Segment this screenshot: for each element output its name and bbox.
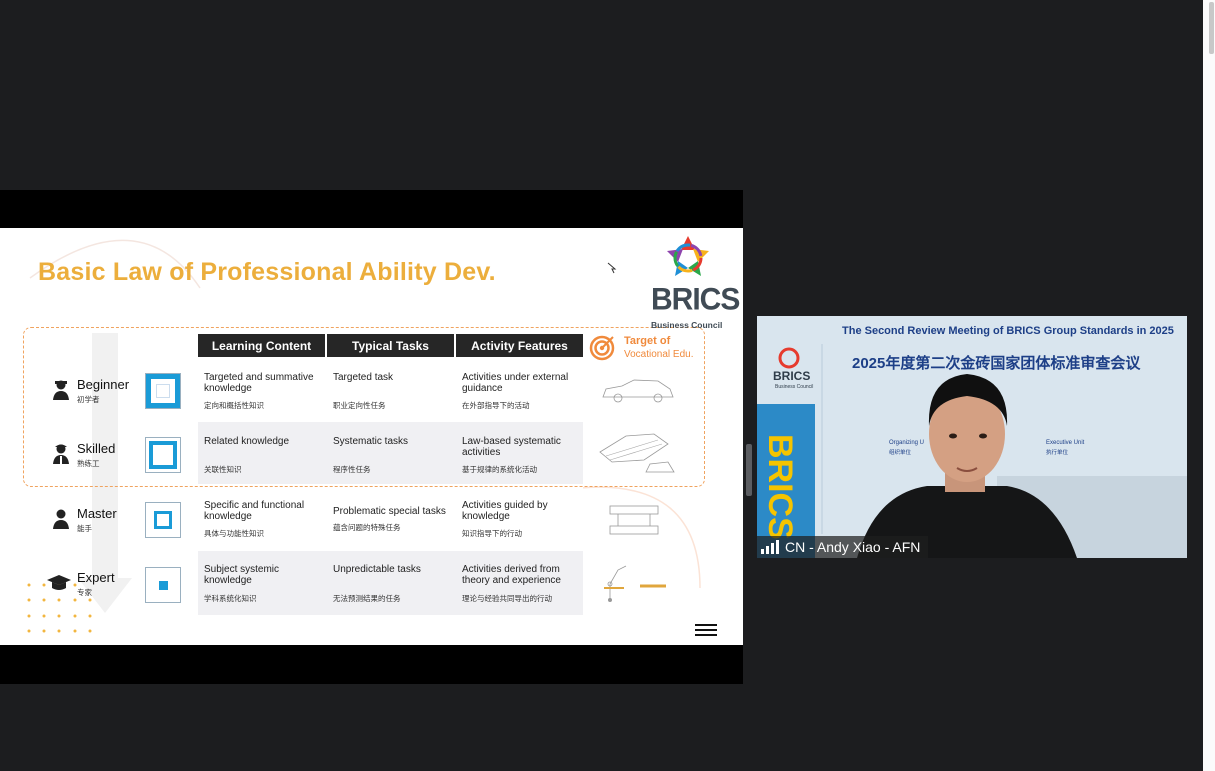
executive-unit-label-cn: 执行单位: [1046, 450, 1069, 456]
column-header-learning-content: Learning Content: [198, 334, 325, 357]
activity-feature-cn: 知识指导下的行动: [462, 529, 522, 538]
typical-task-text: Problematic special tasks: [333, 506, 446, 517]
pane-resize-handle[interactable]: [746, 444, 752, 496]
learning-content-text: Related knowledge: [204, 436, 290, 447]
learning-content-cn: 具体与功能性知识: [204, 529, 264, 538]
letterbox-bottom: [0, 645, 743, 684]
press-machine-icon: [609, 505, 659, 535]
master-icon: [53, 509, 69, 529]
screen-share-pane: Basic Law of Professional Ability Dev. B…: [0, 0, 743, 771]
target-icon: [589, 335, 615, 361]
typical-task-text: Unpredictable tasks: [333, 564, 421, 575]
activity-feature-text: Activities guided by knowledge: [462, 500, 548, 522]
executive-unit-label: Executive Unit: [1046, 440, 1085, 446]
target-label-title: Target of: [624, 335, 671, 347]
activity-feature-cn: 理论与经验共同导出的行动: [462, 594, 552, 603]
level-square-icon: [145, 567, 181, 603]
participant-video-tile[interactable]: BRICS BRICS Business Council The Second …: [757, 316, 1187, 558]
level-name: Skilled: [77, 441, 116, 456]
scrollbar-thumb[interactable]: [1209, 2, 1214, 54]
brics-logo-subtitle: Business Council: [651, 320, 723, 330]
meeting-banner-title-cn: 2025年度第二次金砖国家团体标准审查会议: [852, 355, 1141, 372]
level-name-cn: 专家: [77, 588, 92, 597]
level-name-cn: 熟练工: [77, 459, 100, 468]
typical-task-cn: 职业定向性任务: [333, 401, 386, 410]
car-assembly-icon: [599, 433, 675, 473]
activity-feature-text: Law-based systematic activities: [462, 436, 561, 458]
brics-logo-word: BRICS: [651, 282, 740, 317]
graduation-cap-icon: [47, 575, 71, 590]
technician-icon: [53, 444, 69, 464]
organizing-unit-label-cn: 组织单位: [889, 450, 912, 456]
level-name: Beginner: [77, 377, 130, 392]
svg-text:Business Council: Business Council: [775, 384, 813, 390]
slide-title: Basic Law of Professional Ability Dev.: [38, 258, 496, 286]
level-name-cn: 能手: [77, 524, 92, 533]
column-header-typical-tasks: Typical Tasks: [327, 334, 454, 357]
signal-bars-icon: [761, 540, 779, 554]
learning-content-text: Targeted and summative knowledge: [204, 372, 314, 394]
slide-menu-icon[interactable]: [695, 624, 717, 636]
learning-content-text: Subject systemic knowledge: [204, 564, 280, 586]
svg-text:BRICS: BRICS: [761, 434, 799, 540]
participant-name: CN - Andy Xiao - AFN: [785, 539, 921, 555]
learning-content-cn: 定向和概括性知识: [204, 401, 264, 410]
svg-text:BRICS: BRICS: [773, 369, 810, 383]
mouse-cursor-icon: [607, 262, 617, 274]
learning-content-cn: 关联性知识: [204, 465, 242, 474]
activity-feature-text: Activities derived from theory and exper…: [462, 564, 561, 586]
car-outline-icon: [602, 379, 674, 403]
learning-content-cn: 学科系统化知识: [204, 594, 257, 603]
activity-feature-cn: 基于规律的系统化活动: [462, 465, 537, 474]
typical-task-cn: 蕴含问题的特殊任务: [333, 523, 401, 532]
level-square-icon: [145, 502, 181, 538]
typical-task-text: Systematic tasks: [333, 436, 409, 447]
organizing-unit-label: Organizing U: [889, 440, 925, 446]
robot-arm-icon: [604, 565, 666, 602]
participant-name-tag: CN - Andy Xiao - AFN: [757, 536, 929, 558]
column-header-activity-features: Activity Features: [456, 334, 583, 357]
level-name-cn: 初学者: [77, 395, 100, 404]
level-name: Expert: [77, 570, 115, 585]
typical-task-cn: 程序性任务: [333, 465, 371, 474]
typical-task-cn: 无法预测结果的任务: [333, 594, 401, 603]
meeting-window: Basic Law of Professional Ability Dev. B…: [0, 0, 1215, 771]
target-label-subtitle: Vocational Edu.: [624, 349, 694, 360]
letterbox-top: [0, 190, 743, 228]
worker-icon: [53, 380, 69, 400]
right-scroll-panel: [1203, 0, 1215, 771]
meeting-banner-title: The Second Review Meeting of BRICS Group…: [842, 325, 1174, 337]
learning-content-text: Specific and functional knowledge: [204, 500, 305, 522]
level-square-icon: [145, 373, 181, 409]
typical-task-text: Targeted task: [333, 372, 394, 383]
activity-feature-cn: 在外部指导下的活动: [462, 401, 530, 410]
level-square-icon: [145, 437, 181, 473]
activity-feature-text: Activities under external guidance: [462, 372, 569, 394]
level-name: Master: [77, 506, 117, 521]
